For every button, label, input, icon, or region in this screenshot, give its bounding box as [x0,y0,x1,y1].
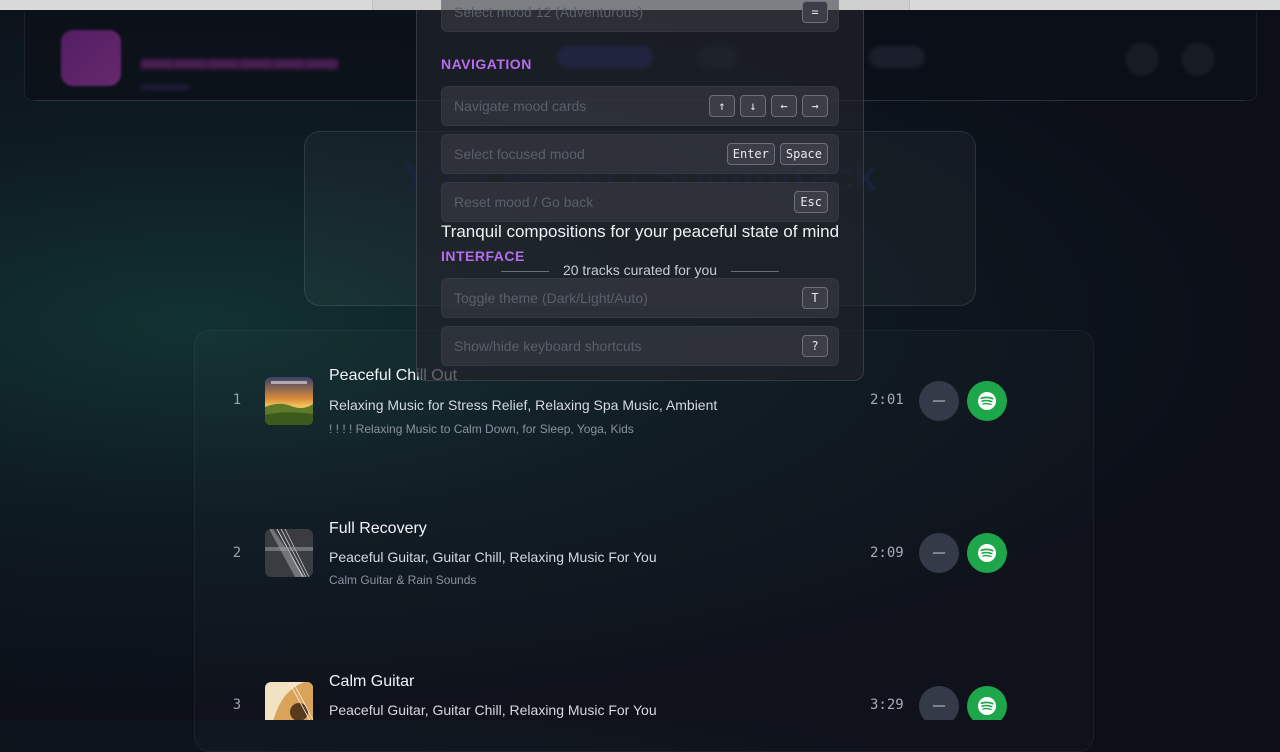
album-cover [265,682,313,720]
shortcut-row: Select mood 12 (Adventurous) = [441,0,839,32]
track-count-text: 20 tracks curated for you [562,262,718,278]
space-key: Space [779,143,828,165]
spotify-button[interactable] [967,381,1007,421]
header-action-icon[interactable] [1125,42,1159,76]
track-artist: Peaceful Guitar, Guitar Chill, Relaxing … [329,549,657,565]
track-album: ! ! ! ! Relaxing Music to Calm Down, for… [329,422,634,436]
track-title[interactable]: Full Recovery [329,520,427,538]
arrow-down-key: ↓ [740,95,766,117]
track-number: 3 [232,697,242,713]
app-logo-subtitle: ▬▬▬▬ [141,78,189,92]
section-label-interface: INTERFACE [441,248,525,264]
track-number: 2 [232,545,242,561]
spotify-icon [978,544,996,562]
divider-line [500,270,549,272]
track-duration: 2:01 [870,392,904,408]
arrow-left-key: ← [771,95,797,117]
spotify-icon [978,392,996,410]
shortcut-description: Reset mood / Go back [454,194,594,210]
shortcut-description: Select focused mood [454,146,585,162]
app-logo-text: ▬▬▬▬▬▬ [141,40,339,76]
shortcut-row: Reset mood / Go back Esc [441,182,839,222]
shortcut-row: Select focused mood Enter Space [441,134,839,174]
enter-key: Enter [726,143,775,165]
esc-key: Esc [794,191,828,213]
spotify-icon [978,697,996,715]
shortcut-keys: Enter Space [726,143,828,165]
track-row[interactable]: 2 Full Recovery Peaceful Guitar, Guitar … [194,513,1092,613]
track-artist: Relaxing Music for Stress Relief, Relaxi… [329,397,718,413]
remove-track-button[interactable] [919,533,959,573]
track-album: Calm Guitar & Rain Sounds [329,573,477,587]
track-row[interactable]: 3 Calm Guitar Peaceful Guitar, Guitar Ch… [194,666,1092,720]
divider-line [731,270,780,272]
shortcut-row: Toggle theme (Dark/Light/Auto) T [441,278,839,318]
page: ▬▬▬▬▬▬ ▬▬▬▬ Your Perfect Soundtrack Tran… [0,0,1280,752]
shortcut-keys: T [802,287,828,309]
shortcut-description: Toggle theme (Dark/Light/Auto) [454,290,648,306]
album-cover [265,529,313,577]
hero-track-count: 20 tracks curated for you [0,262,1280,278]
section-label-navigation: NAVIGATION [441,56,532,72]
app-logo-icon [61,30,121,86]
shortcut-keys: Esc [794,191,828,213]
nav-pill[interactable] [869,46,925,68]
arrow-up-key: ↑ [709,95,735,117]
question-key: ? [802,335,828,357]
track-number: 1 [232,392,242,408]
shortcut-row: Navigate mood cards ↑ ↓ ← → [441,86,839,126]
shortcut-description: Navigate mood cards [454,98,587,114]
album-cover [265,377,313,425]
remove-track-button[interactable] [919,686,959,720]
shortcut-description: Select mood 12 (Adventurous) [454,4,644,20]
track-title[interactable]: Calm Guitar [329,673,414,691]
hero-subtitle: Tranquil compositions for your peaceful … [440,222,840,241]
shortcut-keys: ? [802,335,828,357]
track-duration: 3:29 [870,697,904,713]
arrow-right-key: → [802,95,828,117]
key-cap: = [802,1,828,23]
track-artist: Peaceful Guitar, Guitar Chill, Relaxing … [329,702,657,718]
shortcut-row: Show/hide keyboard shortcuts ? [441,326,839,366]
header-action-icon[interactable] [1181,42,1215,76]
t-key: T [802,287,828,309]
spotify-button[interactable] [967,533,1007,573]
shortcut-keys: = [802,1,828,23]
spotify-button[interactable] [967,686,1007,720]
track-duration: 2:09 [870,545,904,561]
shortcut-keys: ↑ ↓ ← → [709,95,828,117]
shortcut-description: Show/hide keyboard shortcuts [454,338,642,354]
remove-track-button[interactable] [919,381,959,421]
